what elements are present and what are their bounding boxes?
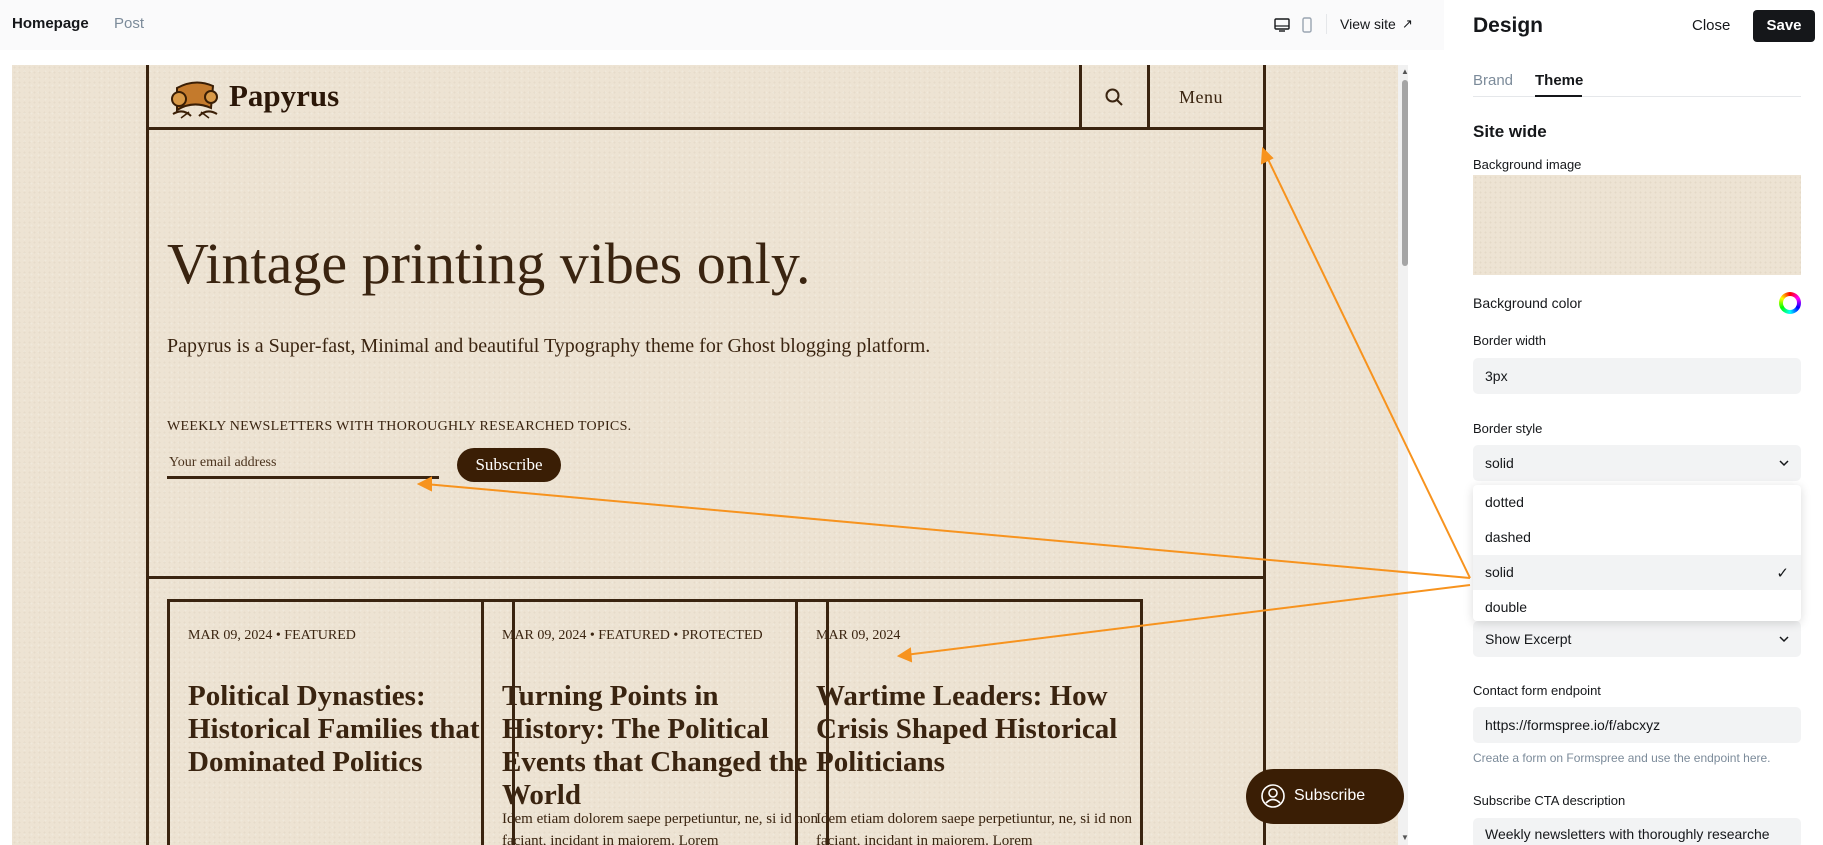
active-tab-indicator	[1535, 95, 1582, 97]
contact-endpoint-hint: Create a form on Formspree and use the e…	[1473, 751, 1771, 765]
border-width-label: Border width	[1473, 333, 1546, 348]
header-divider	[1147, 65, 1150, 127]
panel-title: Design	[1473, 14, 1544, 37]
hero-divider	[149, 576, 1263, 579]
post-title[interactable]: Turning Points in History: The Political…	[502, 680, 822, 812]
post-meta: MAR 09, 2024	[816, 628, 901, 643]
check-icon: ✓	[1776, 565, 1789, 582]
hero-title: Vintage printing vibes only.	[167, 231, 811, 296]
tab-homepage[interactable]: Homepage	[12, 15, 89, 32]
save-button[interactable]: Save	[1753, 10, 1815, 42]
topbar-divider	[1326, 14, 1327, 34]
background-image-preview[interactable]	[1473, 175, 1801, 275]
border-width-input[interactable]: 3px	[1473, 358, 1801, 394]
desktop-icon[interactable]	[1273, 16, 1291, 34]
excerpt-value: Show Excerpt	[1485, 631, 1572, 647]
mobile-icon[interactable]	[1298, 16, 1316, 34]
hero-description: Papyrus is a Super-fast, Minimal and bea…	[167, 335, 931, 357]
post-meta: MAR 09, 2024 • FEATURED • PROTECTED	[502, 628, 763, 643]
papyrus-site: Papyrus Menu Vintage printing vibes only…	[146, 65, 1266, 845]
search-icon[interactable]	[1104, 87, 1124, 107]
option-solid[interactable]: solid ✓	[1473, 555, 1801, 590]
tab-brand[interactable]: Brand	[1473, 72, 1513, 89]
floating-subscribe-label: Subscribe	[1294, 787, 1366, 804]
option-dotted[interactable]: dotted	[1473, 485, 1801, 520]
menu-button[interactable]: Menu	[1179, 87, 1223, 108]
member-icon	[1261, 784, 1285, 808]
chevron-down-icon	[1779, 636, 1789, 643]
header-divider	[1079, 65, 1082, 127]
site-logo-text[interactable]: Papyrus	[229, 78, 339, 114]
option-double[interactable]: double	[1473, 590, 1801, 625]
hero-subscribe-button[interactable]: Subscribe	[457, 448, 561, 482]
scroll-down-icon[interactable]: ▼	[1400, 833, 1410, 842]
post-title[interactable]: Wartime Leaders: How Crisis Shaped Histo…	[816, 680, 1136, 779]
newsletter-text: WEEKLY NEWSLETTERS WITH THOROUGHLY RESEA…	[167, 419, 632, 434]
border-style-value: solid	[1485, 455, 1514, 471]
cta-description-input[interactable]: Weekly newsletters with thoroughly resea…	[1473, 818, 1801, 845]
background-image-label: Background image	[1473, 157, 1582, 172]
section-heading: Site wide	[1473, 122, 1547, 141]
color-wheel-icon[interactable]	[1779, 292, 1801, 314]
post-card[interactable]: MAR 09, 2024 • FEATURED • PROTECTED Turn…	[481, 599, 829, 845]
option-dashed[interactable]: dashed	[1473, 520, 1801, 555]
post-card[interactable]: MAR 09, 2024 • FEATURED Political Dynast…	[167, 599, 515, 845]
contact-endpoint-input[interactable]: https://formspree.io/f/abcxyz	[1473, 707, 1801, 743]
excerpt-select[interactable]: Show Excerpt	[1473, 621, 1801, 657]
site-preview: Papyrus Menu Vintage printing vibes only…	[12, 65, 1404, 845]
post-title[interactable]: Political Dynasties: Historical Families…	[188, 680, 508, 779]
tab-post[interactable]: Post	[114, 15, 144, 32]
editor-topbar: Homepage Post View site ↗	[0, 0, 1444, 50]
chevron-down-icon	[1779, 460, 1789, 467]
border-style-select[interactable]: solid	[1473, 445, 1801, 481]
cta-description-label: Subscribe CTA description	[1473, 793, 1626, 808]
external-link-icon: ↗	[1402, 16, 1413, 31]
tabs-underline	[1473, 96, 1801, 97]
view-site-link[interactable]: View site	[1340, 16, 1396, 32]
post-excerpt: Idem etiam dolorem saepe perpetiuntur, n…	[816, 811, 1132, 845]
preview-scroll-thumb[interactable]	[1402, 80, 1408, 266]
logo-scroll-icon[interactable]	[167, 74, 223, 122]
scroll-up-icon[interactable]: ▲	[1400, 67, 1410, 76]
floating-subscribe-button[interactable]: Subscribe	[1246, 769, 1404, 824]
tab-theme[interactable]: Theme	[1535, 72, 1583, 89]
border-style-label: Border style	[1473, 421, 1543, 436]
contact-endpoint-label: Contact form endpoint	[1473, 683, 1601, 698]
background-color-label: Background color	[1473, 295, 1582, 311]
post-meta: MAR 09, 2024 • FEATURED	[188, 628, 356, 643]
post-excerpt: Idem etiam dolorem saepe perpetiuntur, n…	[502, 811, 818, 845]
email-input[interactable]: Your email address	[167, 451, 439, 479]
close-button[interactable]: Close	[1692, 17, 1730, 34]
post-card[interactable]: MAR 09, 2024 Wartime Leaders: How Crisis…	[795, 599, 1143, 845]
site-header: Papyrus Menu	[149, 65, 1263, 130]
border-style-dropdown: dotted dashed solid ✓ double	[1473, 485, 1801, 621]
